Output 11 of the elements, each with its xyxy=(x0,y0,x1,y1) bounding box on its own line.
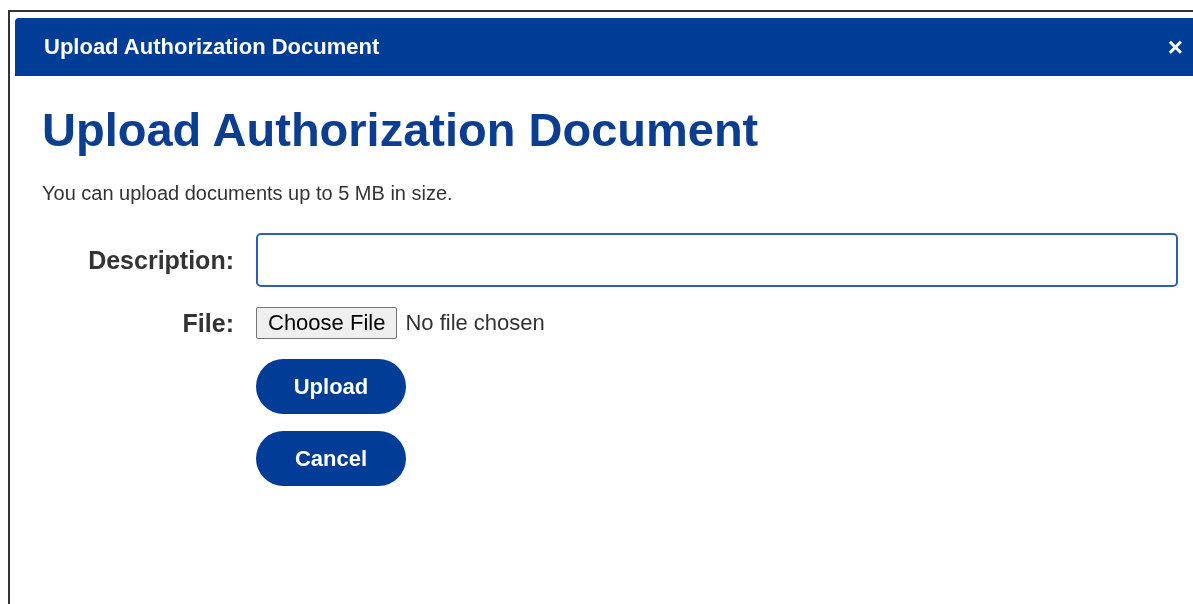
null[interactable]: Cancel xyxy=(256,431,406,486)
dialog-title: Upload Authorization Document xyxy=(44,34,380,60)
close-button[interactable]: × xyxy=(1167,31,1183,63)
null[interactable]: Upload xyxy=(256,359,406,414)
page-heading: Upload Authorization Document xyxy=(42,102,760,158)
file-status: No file chosen xyxy=(405,310,545,336)
field-label: Description: xyxy=(87,245,234,275)
choose-file-button[interactable]: Choose File xyxy=(256,307,398,339)
field-label: File: xyxy=(181,308,234,338)
description-field[interactable] xyxy=(256,233,1178,287)
size-note: You can upload documents up to 5 MB in size. xyxy=(42,182,454,205)
